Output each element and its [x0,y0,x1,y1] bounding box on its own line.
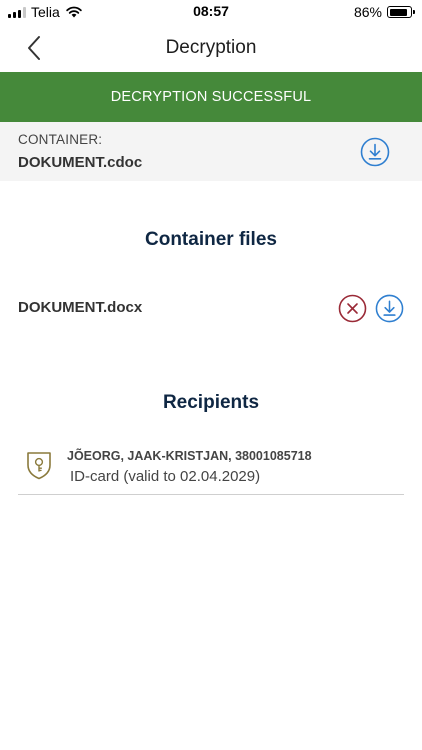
download-icon [375,294,404,323]
status-right: 86% [353,4,415,20]
container-name: DOKUMENT.cdoc [18,154,143,171]
battery-fill [389,8,407,16]
battery-percent: 86% [353,4,382,20]
key-shield-icon [26,450,52,485]
recipient-name: JÕEORG, JAAK-KRISTJAN, 38001085718 [67,449,312,463]
banner-text: DECRYPTION SUCCESSFUL [110,89,312,105]
recipient-row: JÕEORG, JAAK-KRISTJAN, 38001085718 ID-ca… [18,440,404,495]
recipient-certificate: ID-card (valid to 02.04.2029) [70,468,261,485]
download-file-button[interactable] [375,294,404,328]
status-bar: Telia 08:57 86% [0,0,422,24]
container-download-button[interactable] [360,137,390,172]
remove-file-button[interactable] [338,294,367,328]
navigation-bar: Decryption [0,24,422,72]
page-title: Decryption [165,37,257,58]
remove-icon [338,294,367,323]
container-label: CONTAINER: [18,132,103,147]
recipients-heading: Recipients [162,392,260,413]
file-row: DOKUMENT.docx [18,290,406,326]
container-info: CONTAINER: DOKUMENT.cdoc [0,122,422,181]
battery-icon [387,6,415,18]
decryption-status-banner: DECRYPTION SUCCESSFUL [0,72,422,122]
file-name[interactable]: DOKUMENT.docx [18,299,142,316]
container-files-heading: Container files [145,229,277,250]
download-icon [360,137,390,167]
